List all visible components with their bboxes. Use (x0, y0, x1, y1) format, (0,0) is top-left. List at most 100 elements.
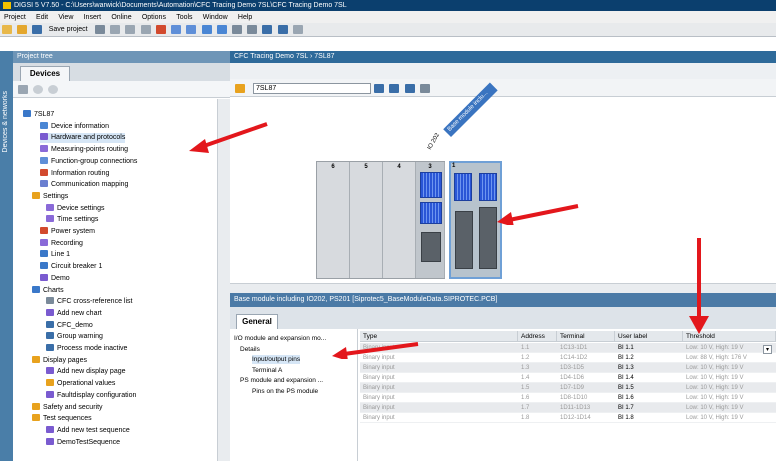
tree-item[interactable]: CFC_demo (46, 320, 93, 331)
menu-item-project[interactable]: Project (0, 14, 30, 21)
column-header[interactable]: Address (518, 331, 557, 342)
tree-item[interactable]: Safety and security (32, 402, 103, 413)
tree-item[interactable]: Function-group connections (40, 156, 137, 167)
table-cell-user-label[interactable]: BI 1.8 (615, 413, 683, 423)
tree-item[interactable]: Power system (40, 227, 95, 237)
slot-5[interactable]: 5 (350, 162, 383, 278)
table-cell-threshold[interactable]: Low: 10 V, High: 19 V (683, 413, 776, 423)
properties-nav-item[interactable]: I/O module and expansion mo... (234, 334, 326, 343)
circle-left-icon[interactable] (33, 85, 44, 94)
tree-item[interactable]: Hardware and protocols (40, 133, 126, 144)
tree-item[interactable]: CFC cross-reference list (46, 297, 132, 307)
device-view-icon[interactable] (235, 84, 245, 93)
table-cell-threshold[interactable]: Low: 10 V, High: 19 V (683, 363, 776, 373)
table-cell-user-label[interactable]: BI 1.6 (615, 393, 683, 403)
circle-right-icon[interactable] (48, 85, 59, 94)
tree-item[interactable]: Device information (40, 121, 109, 132)
tree-item[interactable]: Information routing (40, 168, 109, 179)
compile-icon[interactable] (201, 25, 212, 34)
tree-item[interactable]: Add new test sequence (46, 425, 130, 436)
tree-item[interactable]: Settings (32, 191, 68, 202)
tree-item-icon (32, 414, 40, 422)
split-vertical-icon[interactable] (277, 25, 288, 34)
tree-item[interactable]: DemoTestSequence (46, 437, 120, 448)
tree-item[interactable]: Add new chart (46, 308, 102, 319)
menu-item-window[interactable]: Window (199, 14, 232, 21)
column-header[interactable]: Terminal (557, 331, 615, 342)
tree-item[interactable]: Group warning (46, 332, 103, 342)
menu-item-online[interactable]: Online (107, 14, 135, 21)
tree-item[interactable]: Measuring-points routing (40, 145, 128, 155)
overview-icon[interactable] (389, 84, 400, 93)
load-icon[interactable] (216, 25, 227, 34)
tree-item[interactable]: Process mode inactive (46, 344, 127, 354)
tree-item[interactable]: Add new display page (46, 367, 126, 377)
slot-4[interactable]: 4 (383, 162, 416, 278)
menu-item-edit[interactable]: Edit (32, 14, 52, 21)
table-cell-user-label[interactable]: BI 1.7 (615, 403, 683, 413)
zoom-icon[interactable] (419, 84, 430, 93)
properties-nav-item[interactable]: Input/output pins (252, 355, 301, 364)
tree-item[interactable]: Communication mapping (40, 180, 128, 190)
column-header[interactable]: User label (615, 331, 683, 342)
portal-side-strip[interactable]: Devices & networks (0, 51, 13, 461)
table-cell-user-label[interactable]: BI 1.1 (615, 343, 683, 353)
menu-item-options[interactable]: Options (138, 14, 170, 21)
open-project-icon[interactable] (17, 25, 28, 34)
table-cell-user-label[interactable]: BI 1.5 (615, 383, 683, 393)
table-cell-user-label[interactable]: BI 1.3 (615, 363, 683, 373)
grid-view-icon[interactable] (18, 85, 28, 94)
tree-item[interactable]: Charts (32, 285, 64, 296)
menu-item-help[interactable]: Help (234, 14, 256, 21)
menu-item-tools[interactable]: Tools (172, 14, 196, 21)
properties-nav-item[interactable]: Details (240, 345, 260, 354)
table-cell-user-label[interactable]: BI 1.4 (615, 373, 683, 383)
tree-item[interactable]: Line 1 (40, 250, 70, 260)
tree-item[interactable]: Device settings (46, 203, 104, 214)
minimize-panels-icon[interactable] (292, 25, 303, 34)
offline-icon[interactable] (247, 25, 258, 34)
save-layout-icon[interactable] (374, 84, 385, 93)
table-cell-user-label[interactable]: BI 1.2 (615, 353, 683, 363)
paste-icon[interactable] (140, 25, 151, 34)
editor-header: CFC Tracing Demo 7SL › 7SL87 (230, 51, 776, 63)
redo-icon[interactable] (186, 25, 197, 34)
tab-devices[interactable]: Devices (20, 66, 70, 81)
tree-item[interactable]: 7SL87 (23, 110, 54, 120)
properties-nav-item[interactable]: Pins on the PS module (252, 387, 318, 396)
delete-icon[interactable] (155, 25, 166, 34)
device-rack[interactable]: 6 5 4 3 (316, 161, 445, 279)
table-cell-threshold[interactable]: Low: 88 V, High: 176 V (683, 353, 776, 363)
properties-nav-item[interactable]: PS module and expansion ... (240, 376, 323, 385)
properties-nav-item[interactable]: Terminal A (252, 366, 282, 375)
undo-icon[interactable] (171, 25, 182, 34)
table-cell-threshold[interactable]: Low: 10 V, High: 19 V (683, 383, 776, 393)
save-project-button[interactable]: Save project (46, 26, 91, 33)
menu-item-insert[interactable]: Insert (80, 14, 106, 21)
new-project-icon[interactable] (2, 25, 12, 34)
slot-6[interactable]: 6 (317, 162, 350, 278)
save-icon[interactable] (32, 25, 43, 34)
tree-item[interactable]: Faultdisplay configuration (46, 390, 136, 401)
tree-item[interactable]: Circuit breaker 1 (40, 262, 102, 272)
tree-item[interactable]: Time settings (46, 215, 98, 225)
copy-icon[interactable] (125, 25, 136, 34)
grid-toggle-icon[interactable] (404, 84, 415, 93)
tree-item[interactable]: Display pages (32, 355, 87, 366)
tab-general[interactable]: General (236, 314, 278, 329)
tree-item[interactable]: Demo (40, 273, 70, 284)
cut-icon[interactable] (110, 25, 121, 34)
threshold-dropdown-icon[interactable]: ▾ (763, 345, 772, 354)
device-select[interactable]: 7SL87 (253, 83, 371, 94)
table-cell-threshold[interactable]: Low: 10 V, High: 19 V (683, 393, 776, 403)
menu-item-view[interactable]: View (54, 14, 77, 21)
split-horizontal-icon[interactable] (262, 25, 273, 34)
tree-item-icon (46, 332, 54, 340)
tree-item[interactable]: Recording (40, 238, 83, 249)
tree-item[interactable]: Operational values (46, 379, 115, 389)
print-icon[interactable] (94, 25, 105, 34)
tree-item[interactable]: Test sequences (32, 414, 92, 424)
table-cell-threshold[interactable]: Low: 10 V, High: 19 V (683, 373, 776, 383)
online-icon[interactable] (231, 25, 242, 34)
table-cell-threshold[interactable]: Low: 10 V, High: 19 V (683, 403, 776, 413)
